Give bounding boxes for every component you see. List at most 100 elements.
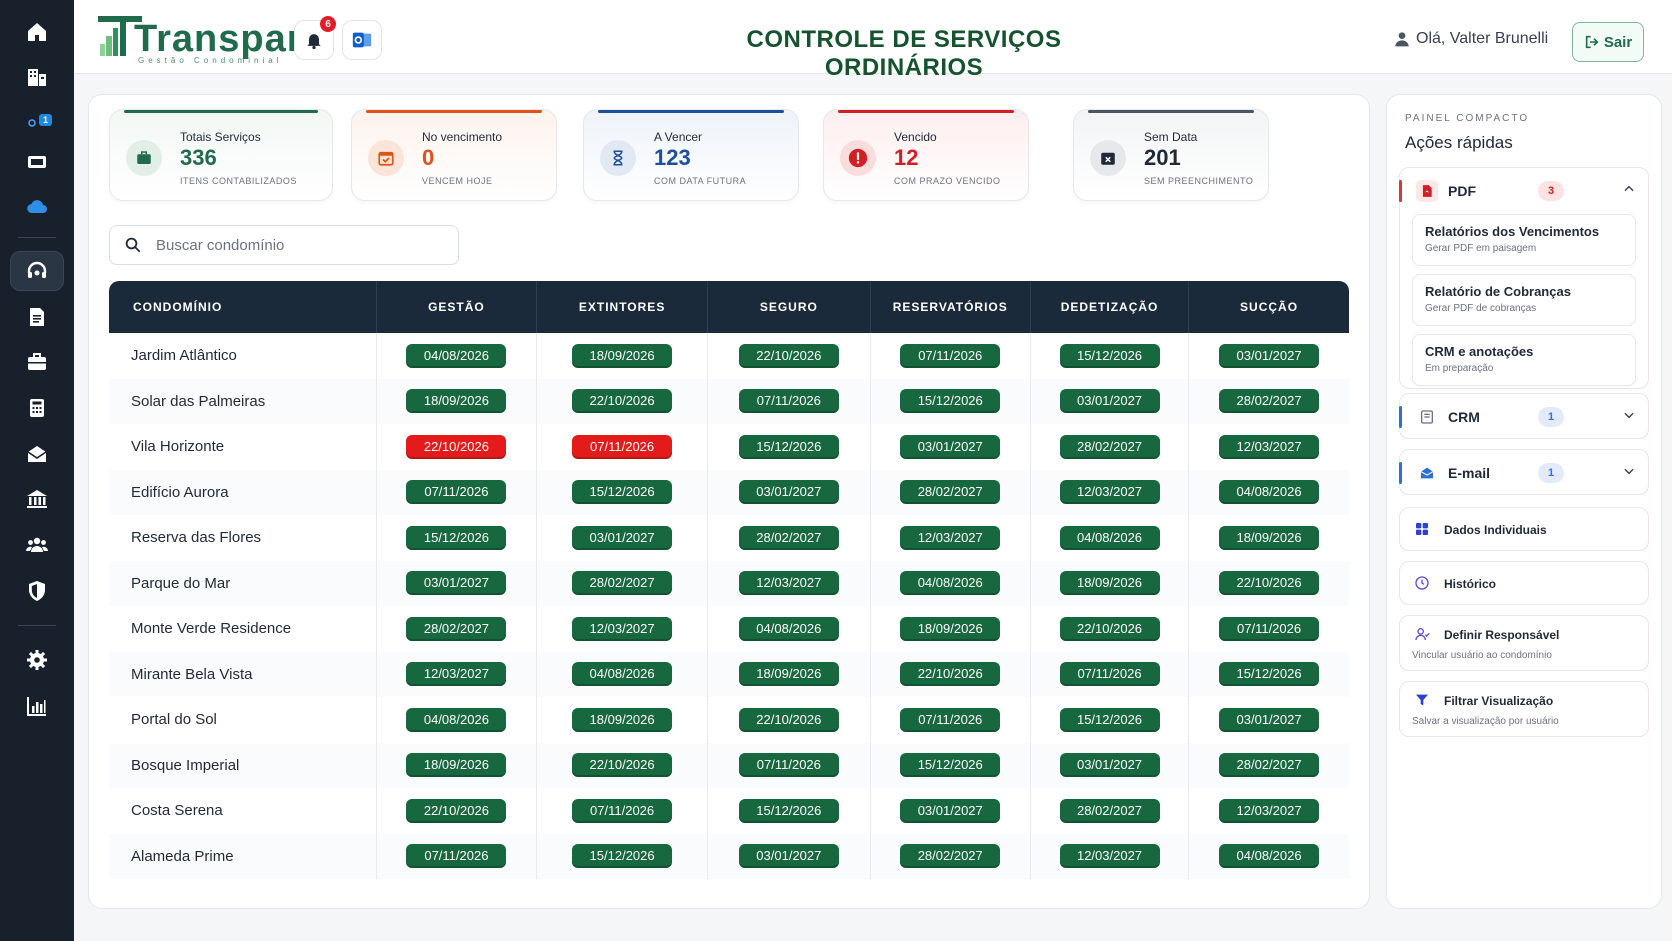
date-pill-ok[interactable]: 15/12/2026 xyxy=(900,389,1001,414)
card-total-services[interactable]: Totais Serviços 336 ITENS CONTABILIZADOS xyxy=(109,109,333,201)
date-pill-ok[interactable]: 03/01/2027 xyxy=(1059,389,1160,414)
dados-individuais-button[interactable]: Dados Individuais xyxy=(1399,507,1649,551)
date-pill-ok[interactable]: 04/08/2026 xyxy=(406,707,507,732)
column-header[interactable]: RESERVATÓRIOS xyxy=(870,281,1031,333)
sidebar-item-security[interactable] xyxy=(10,571,64,611)
date-pill-ok[interactable]: 15/12/2026 xyxy=(738,434,839,459)
date-pill-ok[interactable]: 07/11/2026 xyxy=(1059,662,1160,687)
sidebar-item-bank[interactable] xyxy=(10,479,64,519)
pdf-item-crm[interactable]: CRM e anotações Em preparação xyxy=(1412,334,1636,386)
date-pill-ok[interactable]: 07/11/2026 xyxy=(572,798,673,823)
table-row[interactable]: Jardim Atlântico 04/08/2026 18/09/2026 22/1… xyxy=(109,333,1349,379)
column-header[interactable]: DEDETIZAÇÃO xyxy=(1030,281,1190,333)
column-header[interactable]: SEGURO xyxy=(707,281,871,333)
date-pill-overdue[interactable]: 22/10/2026 xyxy=(406,434,507,459)
date-pill-ok[interactable]: 28/02/2027 xyxy=(572,571,673,596)
condominio-name[interactable]: Bosque Imperial xyxy=(109,742,377,788)
logout-button[interactable]: Sair xyxy=(1572,22,1644,62)
table-row[interactable]: Portal do Sol 04/08/2026 18/09/2026 22/10/2… xyxy=(109,697,1349,743)
sidebar-item-buildings[interactable] xyxy=(10,57,64,97)
user-greeting[interactable]: Olá, Valter Brunelli xyxy=(1394,30,1548,48)
condominio-name[interactable]: Parque do Mar xyxy=(109,560,377,606)
condominio-name[interactable]: Jardim Atlântico xyxy=(109,333,377,379)
condominio-name[interactable]: Solar das Palmeiras xyxy=(109,378,377,424)
condominio-name[interactable]: Alameda Prime xyxy=(109,833,377,879)
date-pill-ok[interactable]: 18/09/2026 xyxy=(1059,571,1160,596)
column-header[interactable]: GESTÃO xyxy=(376,281,538,333)
condominio-name[interactable]: Costa Serena xyxy=(109,788,377,834)
date-pill-ok[interactable]: 03/01/2027 xyxy=(738,844,839,869)
date-pill-ok[interactable]: 22/10/2026 xyxy=(572,753,673,778)
date-pill-ok[interactable]: 12/03/2027 xyxy=(900,525,1001,550)
condominio-name[interactable]: Reserva das Flores xyxy=(109,515,377,561)
table-row[interactable]: Reserva das Flores 15/12/2026 03/01/2027 28… xyxy=(109,515,1349,561)
date-pill-ok[interactable]: 28/02/2027 xyxy=(738,525,839,550)
date-pill-ok[interactable]: 04/08/2026 xyxy=(406,343,507,368)
definir-responsavel-button[interactable]: Definir Responsável Vincular usuário ao … xyxy=(1399,615,1649,671)
date-pill-ok[interactable]: 12/03/2027 xyxy=(1219,798,1320,823)
date-pill-ok[interactable]: 15/12/2026 xyxy=(900,753,1001,778)
date-pill-ok[interactable]: 15/12/2026 xyxy=(406,525,507,550)
sidebar-item-home[interactable] xyxy=(10,12,64,52)
column-header[interactable]: EXTINTORES xyxy=(536,281,709,333)
condominio-name[interactable]: Mirante Bela Vista xyxy=(109,651,377,697)
date-pill-ok[interactable]: 15/12/2026 xyxy=(738,798,839,823)
date-pill-ok[interactable]: 15/12/2026 xyxy=(1059,343,1160,368)
date-pill-ok[interactable]: 18/09/2026 xyxy=(900,616,1001,641)
date-pill-ok[interactable]: 18/09/2026 xyxy=(1219,525,1320,550)
date-pill-ok[interactable]: 22/10/2026 xyxy=(738,343,839,368)
outlook-button[interactable] xyxy=(342,20,382,60)
sidebar-item-mail[interactable] xyxy=(10,434,64,474)
card-overdue[interactable]: Vencido 12 COM PRAZO VENCIDO xyxy=(823,109,1029,201)
table-row[interactable]: Costa Serena 22/10/2026 07/11/2026 15/12/20… xyxy=(109,788,1349,834)
date-pill-ok[interactable]: 15/12/2026 xyxy=(1059,707,1160,732)
date-pill-ok[interactable]: 04/08/2026 xyxy=(738,616,839,641)
date-pill-ok[interactable]: 12/03/2027 xyxy=(1219,434,1320,459)
table-row[interactable]: Alameda Prime 07/11/2026 15/12/2026 03/01/2… xyxy=(109,833,1349,879)
table-row[interactable]: Solar das Palmeiras 18/09/2026 22/10/2026 0… xyxy=(109,378,1349,424)
date-pill-ok[interactable]: 04/08/2026 xyxy=(900,571,1001,596)
date-pill-ok[interactable]: 12/03/2027 xyxy=(1059,844,1160,869)
date-pill-ok[interactable]: 03/01/2027 xyxy=(738,480,839,505)
date-pill-ok[interactable]: 07/11/2026 xyxy=(406,480,507,505)
date-pill-ok[interactable]: 15/12/2026 xyxy=(572,844,673,869)
sidebar-item-reports[interactable] xyxy=(10,686,64,726)
date-pill-ok[interactable]: 12/03/2027 xyxy=(572,616,673,641)
date-pill-ok[interactable]: 22/10/2026 xyxy=(738,707,839,732)
sidebar-item-alerts[interactable]: 1 xyxy=(10,103,64,143)
date-pill-ok[interactable]: 03/01/2027 xyxy=(900,434,1001,459)
pdf-item-vencimentos[interactable]: Relatórios dos Vencimentos Gerar PDF em … xyxy=(1412,214,1636,266)
date-pill-ok[interactable]: 15/12/2026 xyxy=(1219,662,1320,687)
brand-logo[interactable]: Transpare Gestão Condominial xyxy=(96,10,324,65)
date-pill-ok[interactable]: 03/01/2027 xyxy=(1219,343,1320,368)
sidebar-item-users[interactable] xyxy=(10,525,64,565)
date-pill-ok[interactable]: 03/01/2027 xyxy=(1219,707,1320,732)
date-pill-ok[interactable]: 22/10/2026 xyxy=(1059,616,1160,641)
date-pill-ok[interactable]: 28/02/2027 xyxy=(1219,753,1320,778)
date-pill-ok[interactable]: 22/10/2026 xyxy=(900,662,1001,687)
date-pill-ok[interactable]: 22/10/2026 xyxy=(406,798,507,823)
date-pill-ok[interactable]: 15/12/2026 xyxy=(572,480,673,505)
sidebar-item-documents[interactable] xyxy=(10,297,64,337)
crm-accordion-header[interactable]: CRM 1 xyxy=(1399,394,1648,440)
crm-accordion[interactable]: CRM 1 xyxy=(1399,393,1649,439)
date-pill-ok[interactable]: 12/03/2027 xyxy=(406,662,507,687)
date-pill-ok[interactable]: 18/09/2026 xyxy=(406,389,507,414)
date-pill-ok[interactable]: 28/02/2027 xyxy=(900,844,1001,869)
table-row[interactable]: Mirante Bela Vista 12/03/2027 04/08/2026 18… xyxy=(109,651,1349,697)
date-pill-ok[interactable]: 07/11/2026 xyxy=(738,753,839,778)
date-pill-ok[interactable]: 28/02/2027 xyxy=(1219,389,1320,414)
date-pill-ok[interactable]: 03/01/2027 xyxy=(900,798,1001,823)
table-row[interactable]: Vila Horizonte 22/10/2026 07/11/2026 15/12/… xyxy=(109,424,1349,470)
date-pill-ok[interactable]: 04/08/2026 xyxy=(1219,480,1320,505)
date-pill-ok[interactable]: 18/09/2026 xyxy=(572,343,673,368)
sidebar-item-support[interactable] xyxy=(10,251,64,291)
notifications-button[interactable]: 6 xyxy=(294,16,336,60)
date-pill-ok[interactable]: 28/02/2027 xyxy=(406,616,507,641)
sidebar-item-settings[interactable] xyxy=(10,640,64,680)
date-pill-ok[interactable]: 18/09/2026 xyxy=(572,707,673,732)
date-pill-ok[interactable]: 03/01/2027 xyxy=(1059,753,1160,778)
sidebar-item-cloud[interactable] xyxy=(10,187,64,227)
search-box[interactable] xyxy=(109,225,459,265)
column-header[interactable]: CONDOMÍNIO xyxy=(109,281,377,333)
